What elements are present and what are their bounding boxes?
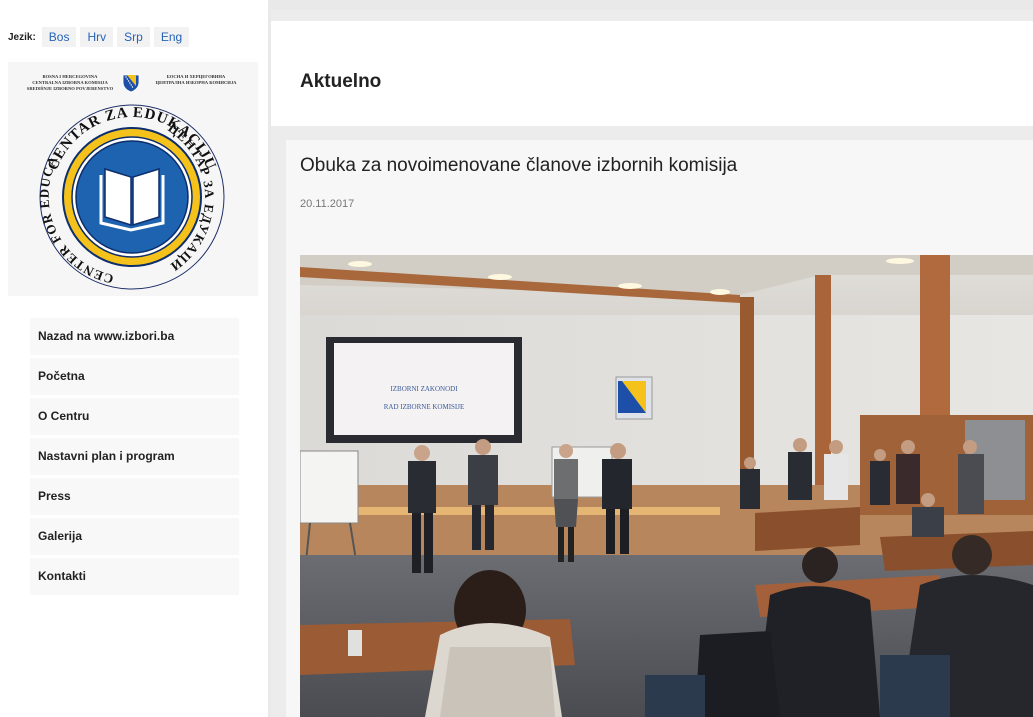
nav-kontakti[interactable]: Kontakti [30,558,239,595]
main-content: Aktuelno Obuka za novoimenovane članove … [271,10,1033,717]
left-sidebar: Jezik: Bos Hrv Srp Eng BOSNA I HERCEGOVI… [0,0,268,717]
language-label: Jezik: [8,31,36,43]
language-hrv[interactable]: Hrv [80,27,114,47]
cik-header: BOSNA I HERCEGOVINA CENTRALNA IZBORNA KO… [8,68,258,98]
screen-line-2: RAD IZBORNE KOMISIJE [384,403,465,411]
section-header: Aktuelno [271,21,1033,126]
screen-line-1: IZBORNI ZAKONODI [390,385,458,393]
training-room-photo: IZBORNI ZAKONODI RAD IZBORNE KOMISIJE [300,255,1033,717]
bih-coat-of-arms-icon [122,74,140,93]
nav-galerija[interactable]: Galerija [30,518,239,555]
nav-back-to-izbori[interactable]: Nazad na www.izbori.ba [30,318,239,355]
language-bos[interactable]: Bos [41,27,77,47]
side-navigation: Nazad na www.izbori.ba Početna O Centru … [30,318,239,598]
nav-o-centru[interactable]: O Centru [30,398,239,435]
cik-header-left: BOSNA I HERCEGOVINA CENTRALNA IZBORNA KO… [22,74,118,92]
seal-blue-disc [75,140,189,254]
nav-nastavni-plan[interactable]: Nastavni plan i program [30,438,239,475]
article-date: 20.11.2017 [300,198,355,210]
center-logo[interactable]: BOSNA I HERCEGOVINA CENTRALNA IZBORNA KO… [8,62,258,296]
language-srp[interactable]: Srp [117,27,150,47]
nav-pocetna[interactable]: Početna [30,358,239,395]
page-title: Aktuelno [300,71,382,92]
news-article: Obuka za novoimenovane članove izbornih … [286,140,1033,717]
cik-header-right: БОСНА И ХЕРЦЕГОВИНА ЦЕНТРАЛНА ИЗБОРНА КО… [148,74,244,86]
language-switcher: Jezik: Bos Hrv Srp Eng [8,27,193,47]
cik-header-line: ЦЕНТРАЛНА ИЗБОРНА КОМИСИЈА [155,80,237,85]
cik-header-line: SREDIŠNJE IZBORNO POVJERENSTVO [26,86,114,91]
education-center-seal: CENTAR ZA EDUKACIJU ЦЕНТАР ЗА ЕДУКАЦИЈУ … [19,97,225,290]
article-title[interactable]: Obuka za novoimenovane članove izbornih … [300,155,737,177]
nav-press[interactable]: Press [30,478,239,515]
language-eng[interactable]: Eng [153,27,190,47]
article-photo[interactable]: IZBORNI ZAKONODI RAD IZBORNE KOMISIJE [300,255,1033,717]
